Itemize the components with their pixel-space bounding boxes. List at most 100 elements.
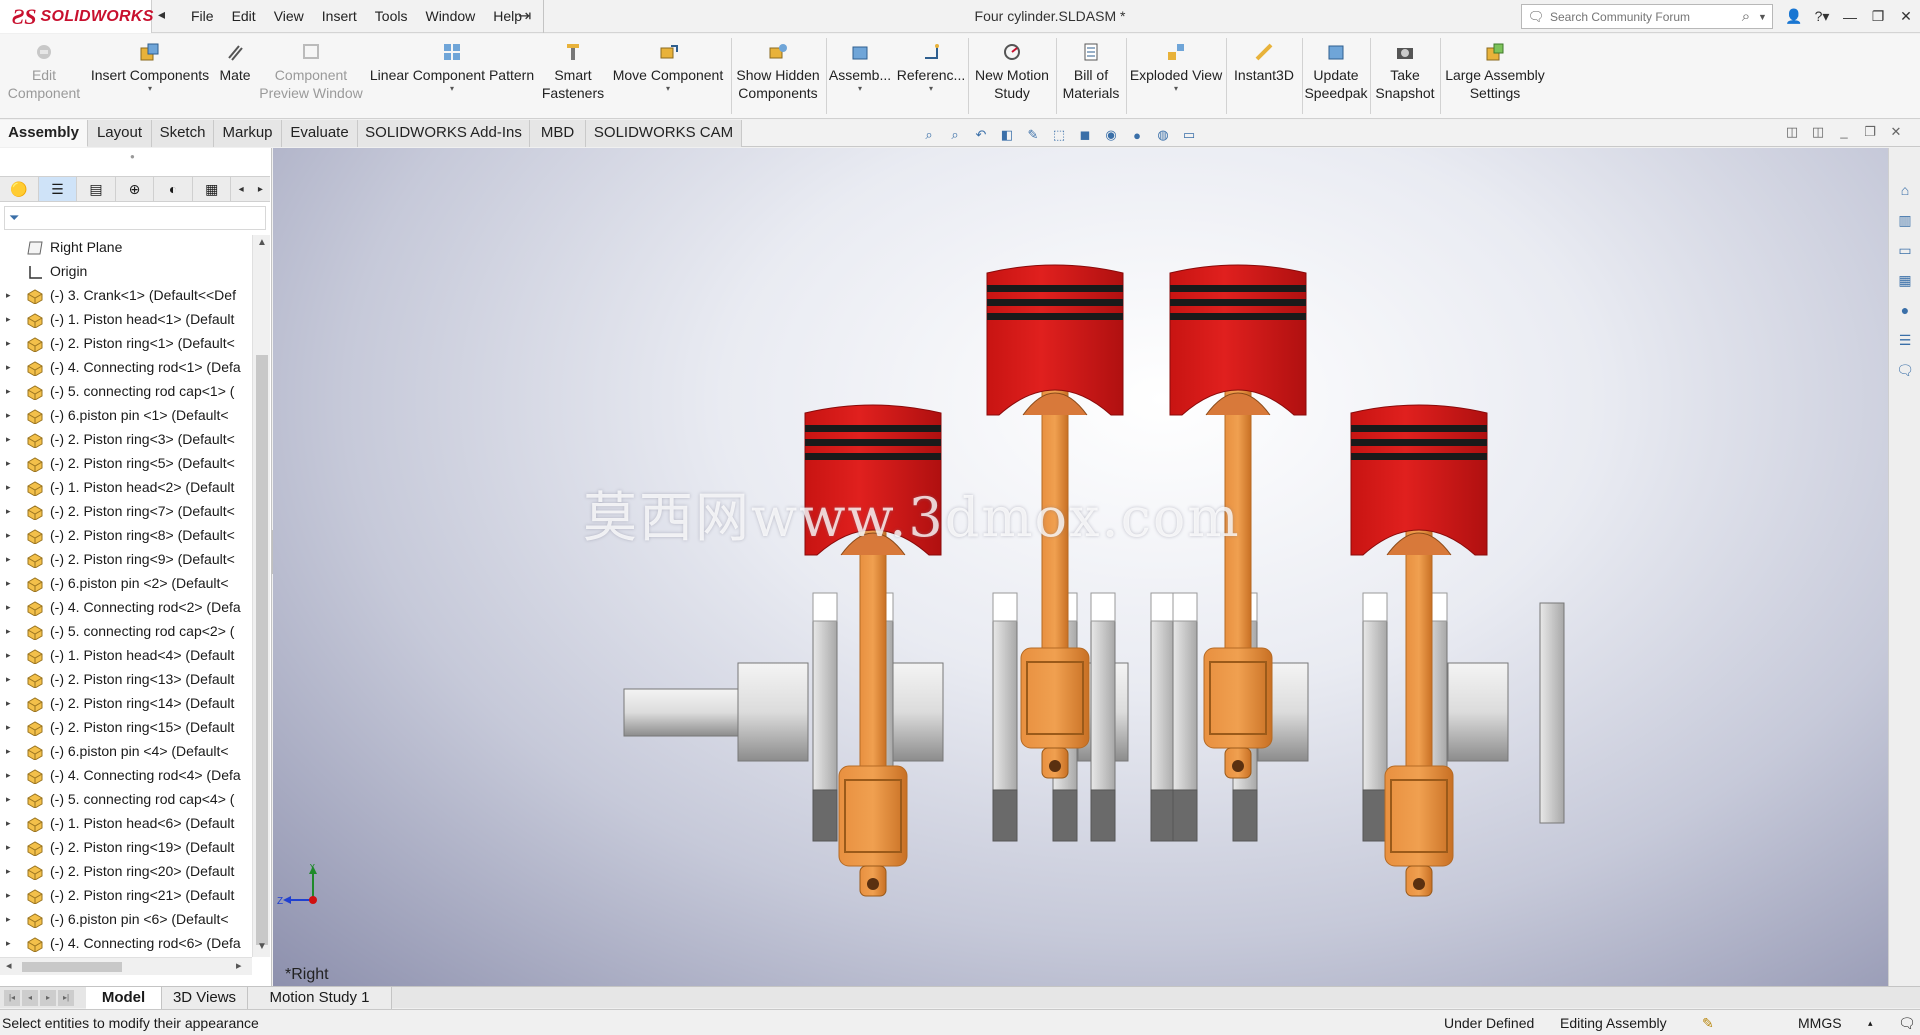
expand-arrow-icon[interactable]: ▸ (6, 763, 11, 787)
tree-item-component[interactable]: ▸ (-) 2. Piston ring<5> (Default< (0, 451, 252, 475)
tooltip-icon[interactable]: 🗨 (1898, 1010, 1916, 1035)
new-motion-study-button[interactable]: New Motion Study (970, 34, 1054, 119)
pin-menu-icon[interactable]: ⇥ (518, 6, 531, 26)
tab-mbd[interactable]: MBD (530, 120, 586, 147)
feature-manager-tab-icon[interactable]: ☰ (38, 177, 78, 201)
expand-arrow-icon[interactable]: ▸ (6, 571, 11, 595)
display-style-icon[interactable]: ◼ (1074, 125, 1096, 145)
expand-arrow-icon[interactable]: ▸ (6, 619, 11, 643)
menu-file[interactable]: File (182, 0, 223, 33)
tree-item-component[interactable]: ▸ (-) 6.piston pin <2> (Default< (0, 571, 252, 595)
tab-sketch[interactable]: Sketch (152, 120, 214, 147)
expand-arrow-icon[interactable]: ▸ (6, 883, 11, 907)
menu-window[interactable]: Window (416, 0, 484, 33)
crank-shaft-nose[interactable] (623, 688, 739, 737)
large-assembly-settings-button[interactable]: Large Assembly Settings (1442, 34, 1548, 119)
piston-pin[interactable] (1022, 392, 1088, 416)
crank-main-journal[interactable] (1447, 662, 1509, 762)
linear-pattern-button[interactable]: Linear Component Pattern ▾ (368, 34, 536, 119)
piston-ring[interactable] (1170, 285, 1306, 292)
piston-ring[interactable] (987, 299, 1123, 306)
tab-motion-study[interactable]: Motion Study 1 (248, 987, 392, 1009)
expand-arrow-icon[interactable]: ▸ (6, 715, 11, 739)
tabs-scroll-right-icon[interactable]: ▸ (251, 184, 270, 195)
tab-layout[interactable]: Layout (88, 120, 152, 147)
bill-of-materials-button[interactable]: Bill of Materials (1058, 34, 1124, 119)
tree-item-component[interactable]: ▸ (-) 2. Piston ring<9> (Default< (0, 547, 252, 571)
piston-ring[interactable] (1170, 313, 1306, 320)
connecting-rod[interactable] (1405, 516, 1433, 787)
expand-arrow-icon[interactable]: ▸ (6, 427, 11, 451)
piston-ring[interactable] (1351, 453, 1487, 460)
expand-arrow-icon[interactable]: ▸ (6, 355, 11, 379)
rod-bolt-hole[interactable] (1413, 878, 1425, 890)
expand-arrow-icon[interactable]: ▸ (6, 379, 11, 403)
expand-arrow-icon[interactable]: ▸ (6, 523, 11, 547)
scroll-right-icon[interactable]: ▸ (236, 959, 242, 972)
tab-assembly[interactable]: Assembly (0, 120, 88, 147)
piston-ring[interactable] (1351, 439, 1487, 446)
menu-insert[interactable]: Insert (313, 0, 366, 33)
tree-item-component[interactable]: ▸ (-) 3. Crank<1> (Default<<Def (0, 283, 252, 307)
expand-arrow-icon[interactable]: ▸ (6, 739, 11, 763)
tab-evaluate[interactable]: Evaluate (282, 120, 358, 147)
connecting-rod[interactable] (1224, 376, 1252, 669)
custom-properties-icon[interactable]: ☰ (1893, 328, 1917, 352)
piston-ring[interactable] (1351, 425, 1487, 432)
crank-flange[interactable] (1539, 602, 1565, 824)
tree-item-component[interactable]: ▸ (-) 2. Piston ring<13> (Default (0, 667, 252, 691)
display-manager-tab-icon[interactable]: ▦ (193, 177, 232, 201)
tab-markup[interactable]: Markup (214, 120, 282, 147)
piston-pin[interactable] (1386, 532, 1452, 556)
previous-view-icon[interactable]: ↶ (970, 125, 992, 145)
scroll-left-icon[interactable]: ◂ (6, 959, 12, 972)
dynamic-annotation-icon[interactable]: ✎ (1022, 125, 1044, 145)
expand-arrow-icon[interactable]: ▸ (6, 907, 11, 931)
dimxpert-tab-icon[interactable]: ◐ (154, 177, 193, 201)
tree-item-component[interactable]: ▸ (-) 2. Piston ring<7> (Default< (0, 499, 252, 523)
view-orientation-icon[interactable]: ⬚ (1048, 125, 1070, 145)
tree-item-component[interactable]: ▸ (-) 1. Piston head<1> (Default (0, 307, 252, 331)
file-explorer-icon[interactable]: ▭ (1893, 238, 1917, 262)
tab-3d-views[interactable]: 3D Views (162, 987, 248, 1009)
tree-item-component[interactable]: ▸ (-) 4. Connecting rod<6> (Defa (0, 931, 252, 955)
insert-components-button[interactable]: Insert Components ▾ (88, 34, 212, 119)
tree-item-component[interactable]: ▸ (-) 5. connecting rod cap<4> ( (0, 787, 252, 811)
tree-item-component[interactable]: ▸ (-) 5. connecting rod cap<1> ( (0, 379, 252, 403)
crank-web-shadow[interactable] (1052, 789, 1078, 842)
crank-web-shadow[interactable] (1090, 789, 1116, 842)
piston-pin[interactable] (1205, 392, 1271, 416)
property-manager-tab-icon[interactable]: ▤ (77, 177, 116, 201)
expand-arrow-icon[interactable]: ▸ (6, 835, 11, 859)
crank-web-shadow[interactable] (1362, 789, 1388, 842)
tree-item-component[interactable]: ▸ (-) 5. connecting rod cap<2> ( (0, 619, 252, 643)
expand-arrow-icon[interactable]: ▸ (6, 331, 11, 355)
crankshaft-model[interactable] (273, 148, 1888, 986)
crank-web-highlight[interactable] (1090, 592, 1116, 622)
crank-web-shadow[interactable] (992, 789, 1018, 842)
rod-bolt-hole[interactable] (1232, 760, 1244, 772)
search-input[interactable] (1550, 9, 1734, 24)
last-tab-icon[interactable]: ▸| (58, 990, 74, 1006)
tree-item-component[interactable]: ▸ (-) 2. Piston ring<21> (Default (0, 883, 252, 907)
mate-button[interactable]: Mate (214, 34, 256, 119)
expand-arrow-icon[interactable]: ▸ (6, 643, 11, 667)
menu-expand-icon[interactable]: ◂ (158, 6, 165, 23)
scroll-up-icon[interactable]: ▲ (257, 237, 267, 248)
unit-system[interactable]: MMGS (1798, 1010, 1842, 1035)
crank-web-shadow[interactable] (1232, 789, 1258, 842)
expand-arrow-icon[interactable]: ▸ (6, 283, 11, 307)
tree-item-component[interactable]: ▸ (-) 4. Connecting rod<4> (Defa (0, 763, 252, 787)
exploded-view-button[interactable]: Exploded View ▾ (1128, 34, 1224, 119)
crank-web-highlight[interactable] (992, 592, 1018, 622)
reference-geometry-button[interactable]: Referenc... ▾ (896, 34, 966, 119)
piston-ring[interactable] (987, 313, 1123, 320)
crank-web-shadow[interactable] (1172, 789, 1198, 842)
viewport-restore-icon[interactable]: ❐ (1862, 124, 1878, 140)
menu-view[interactable]: View (265, 0, 313, 33)
solidworks-logo[interactable]: ƧS SOLIDWORKS (0, 0, 153, 33)
close-icon[interactable]: ✕ (1892, 8, 1920, 25)
instant3d-button[interactable]: Instant3D (1228, 34, 1300, 119)
tree-item-origin[interactable]: Origin (0, 259, 252, 283)
hide-show-icon[interactable]: ◉ (1100, 125, 1122, 145)
